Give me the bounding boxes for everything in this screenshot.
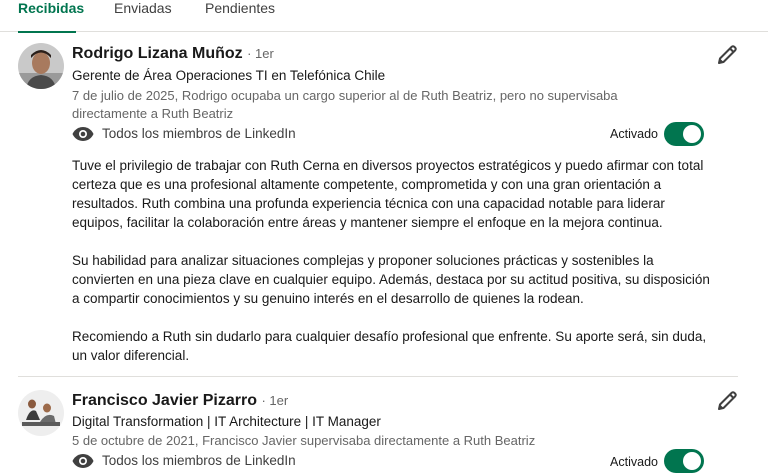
pencil-edit-icon[interactable] (716, 390, 738, 412)
status-label: Activado (610, 127, 658, 141)
avatar[interactable] (18, 390, 64, 436)
pencil-edit-icon[interactable] (716, 44, 738, 66)
connection-degree: · 1er (261, 393, 289, 408)
visibility-toggle[interactable] (664, 122, 704, 146)
toggle-knob (683, 452, 701, 470)
visibility-toggle[interactable] (664, 449, 704, 473)
recommender-headline: Gerente de Área Operaciones TI en Telefó… (72, 68, 386, 83)
recommender-headline: Digital Transformation | IT Architecture… (72, 414, 381, 429)
recommendation-meta: 5 de octubre de 2021, Francisco Javier s… (72, 433, 536, 448)
tab-enviadas[interactable]: Enviadas (114, 0, 172, 32)
body-paragraph: Recomiendo a Ruth sin dudarlo para cualq… (72, 329, 707, 363)
visibility-label: Todos los miembros de LinkedIn (102, 126, 296, 141)
connection-degree: · 1er (247, 46, 274, 61)
recommendations-tabs: Recibidas Enviadas Pendientes (0, 0, 768, 33)
recommendation-body: Tuve el privilegio de trabajar con Ruth … (72, 156, 712, 384)
body-paragraph: Su habilidad para analizar situaciones c… (72, 253, 710, 306)
visibility-label: Todos los miembros de LinkedIn (102, 453, 296, 468)
tab-pendientes[interactable]: Pendientes (205, 0, 275, 32)
divider (18, 376, 738, 377)
eye-icon (72, 127, 94, 141)
tab-recibidas[interactable]: Recibidas (18, 0, 84, 33)
body-paragraph: Tuve el privilegio de trabajar con Ruth … (72, 158, 704, 230)
recommender-name[interactable]: Francisco Javier Pizarro (72, 392, 257, 409)
status-label: Activado (610, 455, 658, 469)
toggle-knob (683, 125, 701, 143)
recommender-name[interactable]: Rodrigo Lizana Muñoz (72, 45, 243, 62)
eye-icon (72, 454, 94, 468)
name-row: Rodrigo Lizana Muñoz · 1er (72, 44, 274, 64)
recommendation-meta: 7 de julio de 2025, Rodrigo ocupaba un c… (72, 88, 618, 121)
name-row: Francisco Javier Pizarro · 1er (72, 391, 288, 411)
avatar[interactable] (18, 43, 64, 89)
